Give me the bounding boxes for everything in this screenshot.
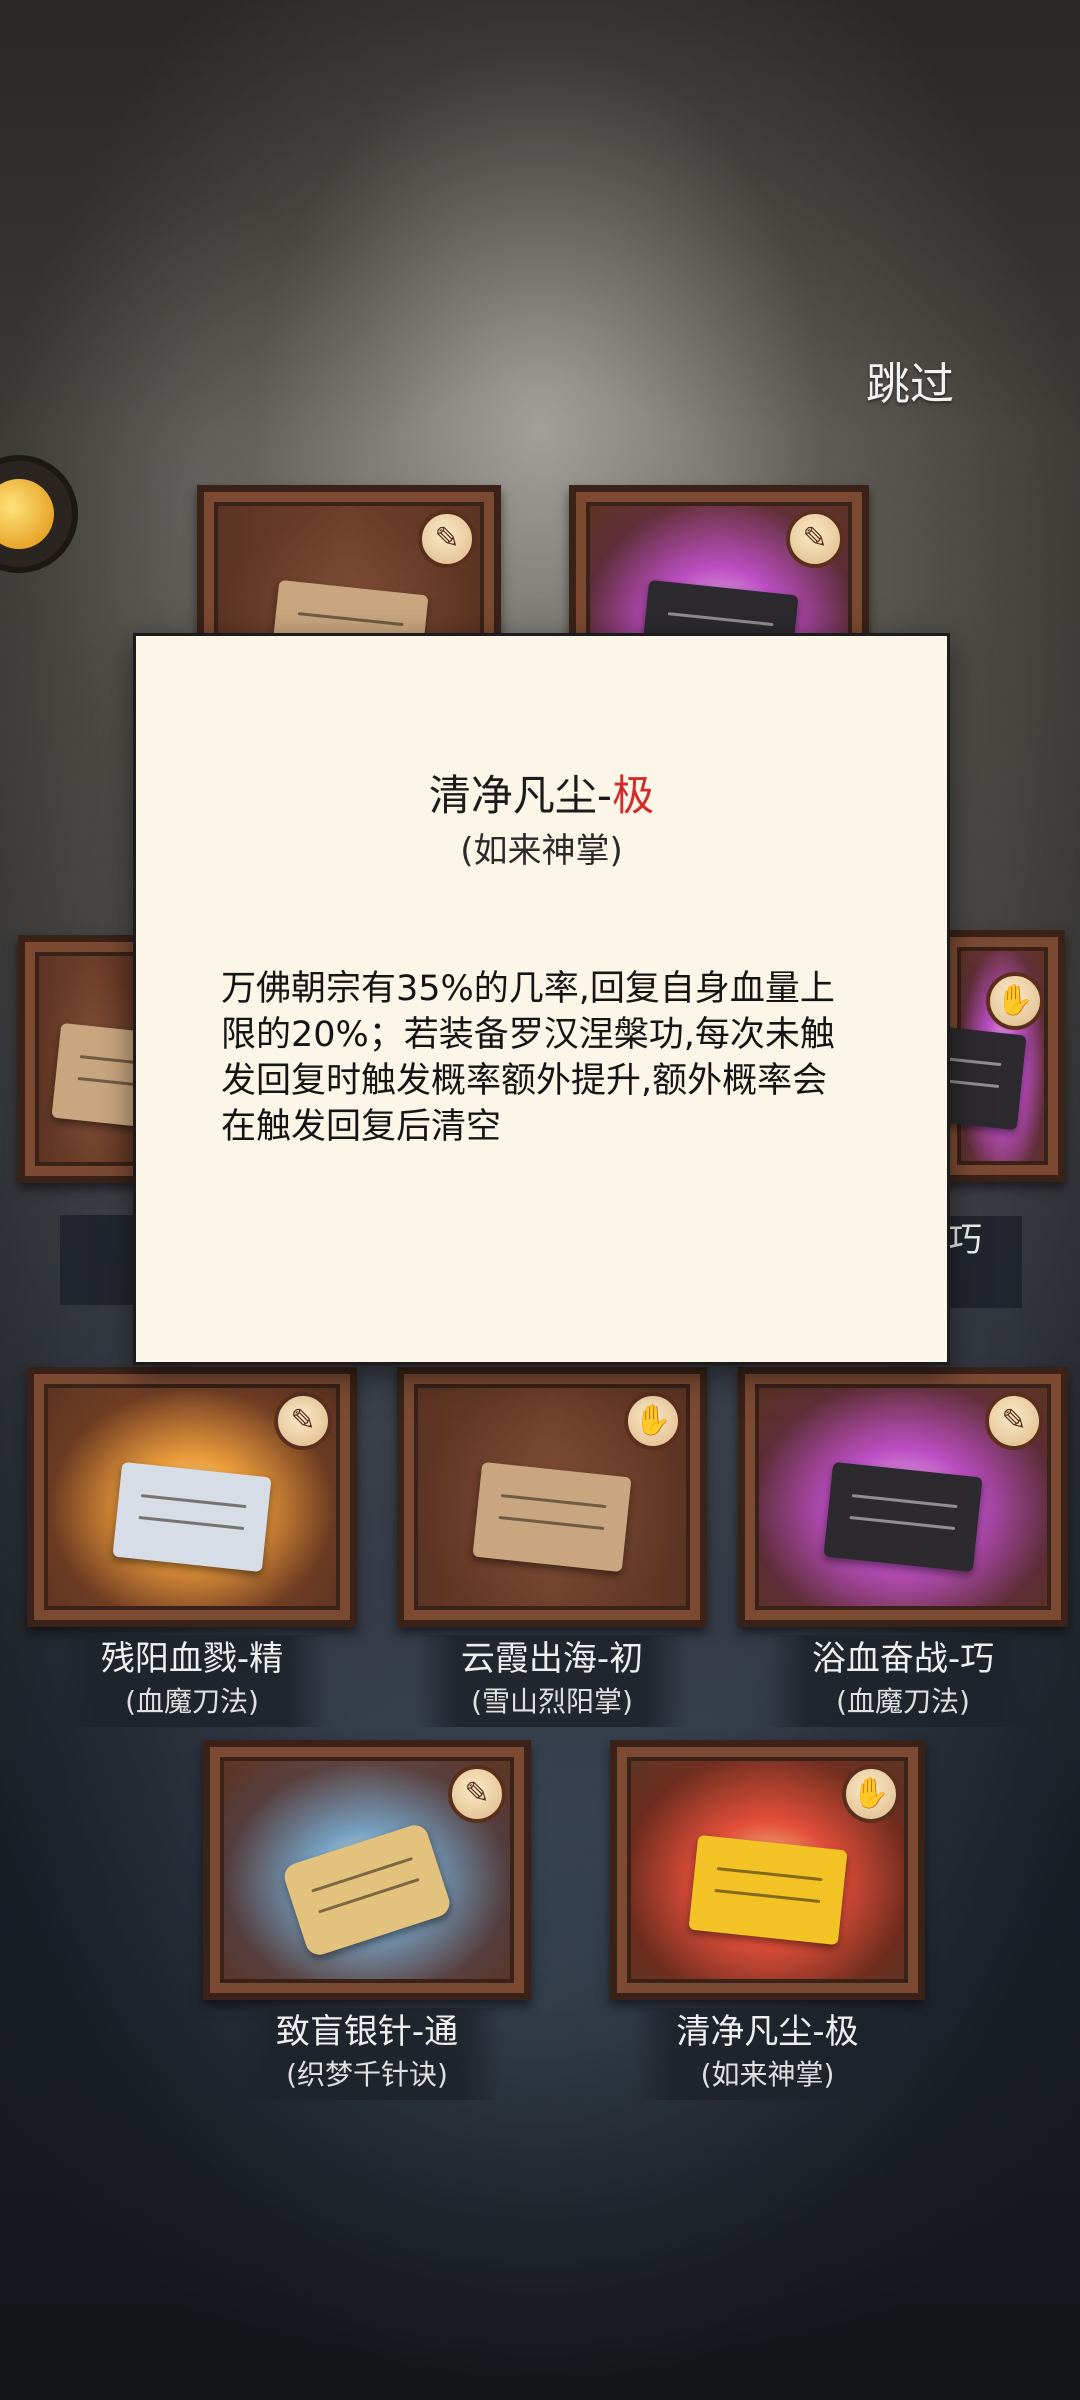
item-crate: ✋ xyxy=(397,1367,707,1627)
item-crate: ✎ xyxy=(203,1740,531,2000)
popup-description: 万佛朝宗有35%的几率,回复自身血量上限的20%；若装备罗汉涅槃功,每次未触发回… xyxy=(221,969,835,1147)
blade-icon: ✎ xyxy=(985,1392,1043,1450)
item-label: 清净凡尘-极 (如来神掌) xyxy=(632,2008,903,2100)
blade-icon: ✎ xyxy=(274,1392,332,1450)
blade-icon: ✎ xyxy=(786,510,844,568)
book-icon xyxy=(687,1834,848,1945)
item-label: 致盲银针-通 (织梦千针诀) xyxy=(232,2008,502,2100)
book-icon xyxy=(823,1461,983,1572)
item-crate: ✎ xyxy=(27,1367,357,1627)
item-art-name: (雪山烈阳掌) xyxy=(471,1685,633,1718)
skill-detail-popup[interactable]: 清净凡尘-极 (如来神掌) 万佛朝宗有35%的几率,回复自身血量上限的20%；若… xyxy=(133,633,950,1365)
blade-icon: ✎ xyxy=(418,510,476,568)
palm-icon: ✋ xyxy=(986,972,1044,1030)
item-art-name: (血魔刀法) xyxy=(836,1685,970,1718)
palm-icon: ✋ xyxy=(624,1392,682,1450)
item-name: 致盲银针-通 xyxy=(275,2012,459,2052)
skip-button[interactable]: 跳过 xyxy=(855,355,965,415)
item-name-partial: 巧 xyxy=(940,1216,1022,1308)
book-icon xyxy=(472,1461,632,1572)
item-name: 云霞出海-初 xyxy=(460,1639,644,1679)
item-label: 残阳血戮-精 (血魔刀法) xyxy=(57,1635,327,1727)
needle-icon: ✎ xyxy=(448,1765,506,1823)
item-label: 云霞出海-初 (雪山烈阳掌) xyxy=(417,1635,687,1727)
item-label: 浴血奋战-巧 (血魔刀法) xyxy=(768,1635,1038,1727)
item-name: 浴血奋战-巧 xyxy=(811,1639,995,1679)
book-icon xyxy=(112,1461,272,1572)
item-name: 清净凡尘-极 xyxy=(676,2012,859,2052)
item-art-name: (血魔刀法) xyxy=(125,1685,259,1718)
item-art-name: (织梦千针诀) xyxy=(286,2058,448,2091)
popup-skill-name: 清净凡尘- xyxy=(428,771,613,820)
palm-icon: ✋ xyxy=(842,1765,900,1823)
item-crate: ✋ xyxy=(610,1740,925,2000)
item-crate: ✋ xyxy=(867,930,1065,1182)
item-art-name: (如来神掌) xyxy=(700,2058,835,2091)
item-name: 残阳血戮-精 xyxy=(100,1639,284,1679)
item-crate: ✎ xyxy=(738,1367,1068,1627)
popup-skill-grade: 极 xyxy=(612,771,655,820)
popup-art-name: (如来神掌) xyxy=(460,831,623,871)
popup-title: 清净凡尘-极 xyxy=(136,766,947,826)
